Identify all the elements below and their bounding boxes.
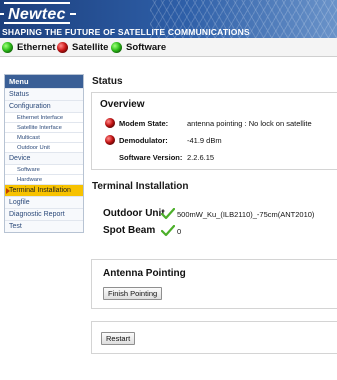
terminal-installation-heading: Terminal Installation <box>92 181 189 192</box>
status-led-bar: Ethernet Satellite Software <box>0 38 337 57</box>
menu-item-hardware[interactable]: Hardware <box>5 174 83 184</box>
status-led-icon <box>57 42 68 53</box>
menu-item-multicast[interactable]: Multicast <box>5 132 83 142</box>
modem-state-value: antenna pointing : No lock on satellite <box>187 119 312 128</box>
led-label: Satellite <box>72 42 109 53</box>
outdoor-unit-value: 500mW_Ku_(ILB2110)_-75cm(ANT2010) <box>177 210 315 219</box>
newtec-logo: Newtec <box>0 2 76 24</box>
led-label: Software <box>126 42 167 53</box>
restart-button[interactable]: Restart <box>101 332 136 345</box>
spot-beam-value: 0 <box>177 227 182 236</box>
status-led-icon <box>111 42 122 53</box>
menu-item-logfile[interactable]: Logfile <box>5 196 83 208</box>
modem-state-label: Modem State: <box>119 119 169 128</box>
menu-item-device[interactable]: Device <box>5 152 83 164</box>
menu-item-status[interactable]: Status <box>5 88 83 100</box>
status-led-icon <box>2 42 13 53</box>
demodulator-value: -41.9 dBm <box>187 136 222 145</box>
restart-panel: Restart <box>91 321 337 354</box>
led-software: Software <box>111 41 166 54</box>
outdoor-unit-label: Outdoor Unit <box>103 208 165 219</box>
overview-panel: Overview Modem State: antenna pointing :… <box>91 92 337 170</box>
overview-heading: Overview <box>100 99 145 110</box>
antenna-pointing-panel: Antenna Pointing Finish Pointing <box>91 259 337 309</box>
led-label: Ethernet <box>17 42 56 53</box>
check-icon <box>161 208 175 220</box>
antenna-pointing-heading: Antenna Pointing <box>103 268 186 279</box>
menu-title: Menu <box>5 75 83 88</box>
menu-item-diagnostic-report[interactable]: Diagnostic Report <box>5 208 83 220</box>
tagline: SHAPING THE FUTURE OF SATELLITE COMMUNIC… <box>2 27 250 37</box>
menu-item-test[interactable]: Test <box>5 220 83 232</box>
sidebar-menu: Menu Status Configuration Ethernet Inter… <box>4 74 84 233</box>
software-version-label: Software Version: <box>119 153 183 162</box>
menu-item-software[interactable]: Software <box>5 164 83 174</box>
menu-item-satellite-interface[interactable]: Satellite Interface <box>5 122 83 132</box>
check-icon <box>161 225 175 237</box>
modem-state-led-icon <box>105 118 115 128</box>
spot-beam-label: Spot Beam <box>103 225 156 236</box>
finish-pointing-button[interactable]: Finish Pointing <box>103 287 163 300</box>
menu-item-outdoor-unit[interactable]: Outdoor Unit <box>5 142 83 152</box>
led-ethernet: Ethernet <box>2 41 56 54</box>
active-arrow-icon <box>6 188 10 194</box>
led-satellite: Satellite <box>57 41 108 54</box>
software-version-value: 2.2.6.15 <box>187 153 215 162</box>
demodulator-led-icon <box>105 135 115 145</box>
menu-item-configuration[interactable]: Configuration <box>5 100 83 112</box>
demodulator-label: Demodulator: <box>119 136 168 145</box>
menu-item-label: Terminal Installation <box>9 187 71 194</box>
menu-item-terminal-installation[interactable]: Terminal Installation <box>5 184 83 196</box>
menu-item-ethernet-interface[interactable]: Ethernet Interface <box>5 112 83 122</box>
status-heading: Status <box>92 76 123 87</box>
header-banner: Newtec SHAPING THE FUTURE OF SATELLITE C… <box>0 0 337 38</box>
